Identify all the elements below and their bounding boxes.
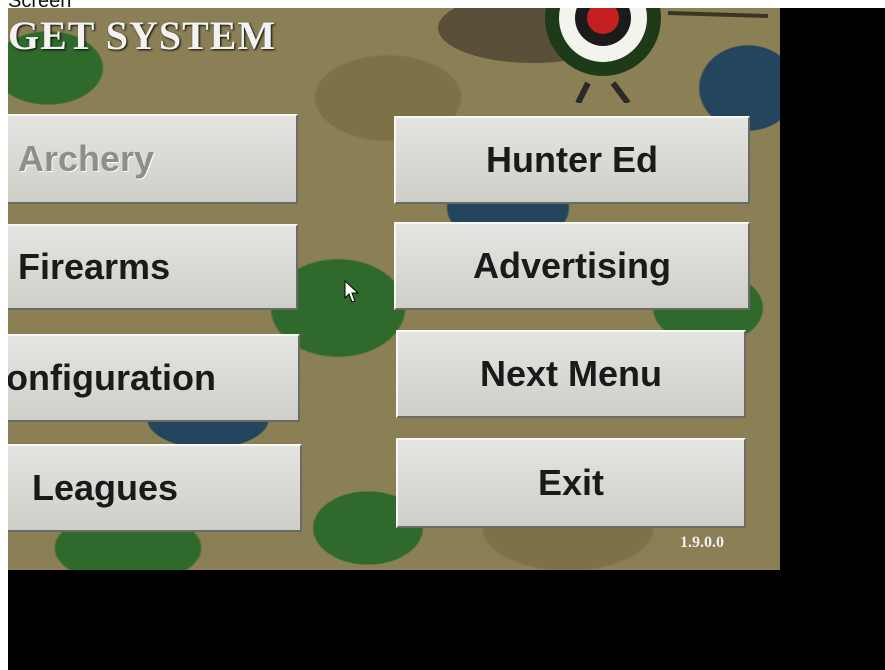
archery-target-icon [438,8,768,103]
firearms-button-label: Firearms [18,246,171,287]
exit-button-label: Exit [537,462,605,503]
firearms-button[interactable]: Firearms [8,224,298,310]
archery-button[interactable]: Archery [8,114,298,204]
advertising-button-label: Advertising [472,245,672,286]
version-label: 1.9.0.0 [680,534,724,551]
hunter-ed-button-label: Hunter Ed [485,139,658,180]
next-menu-button[interactable]: Next Menu [396,330,746,418]
exit-button[interactable]: Exit [396,438,746,528]
hunter-ed-button[interactable]: Hunter Ed [394,116,750,204]
leagues-button[interactable]: Leagues [8,444,302,532]
mouse-pointer-icon [344,280,360,303]
app-title: GET SYSTEM [8,13,277,58]
configuration-button-label: onfiguration [8,357,216,398]
configuration-button[interactable]: onfiguration [8,334,300,422]
archery-button-label: Archery [18,138,155,179]
app-screen: GET SYSTEM Archery Hunter Ed Firearms Ad… [8,8,780,570]
leagues-button-label: Leagues [32,467,179,508]
next-menu-button-label: Next Menu [479,353,663,394]
advertising-button[interactable]: Advertising [394,222,750,310]
